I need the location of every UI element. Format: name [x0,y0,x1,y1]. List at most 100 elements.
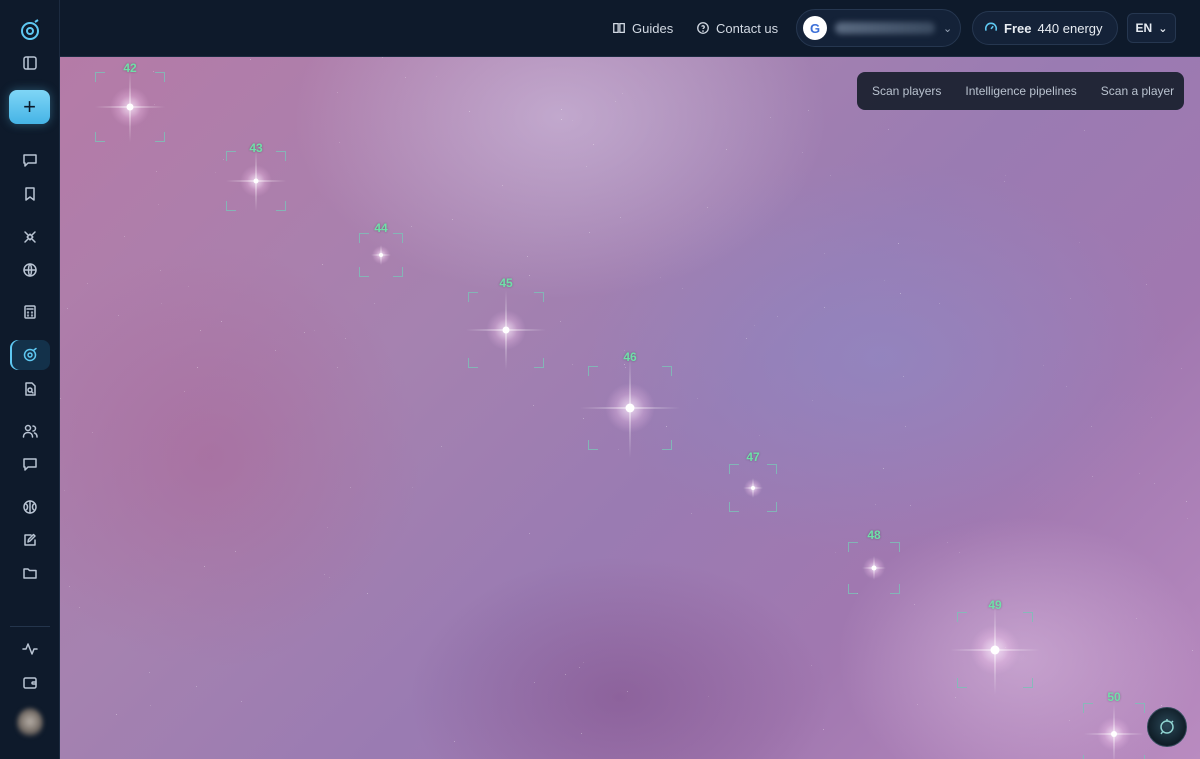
activity-icon[interactable] [10,634,50,664]
dust-particle [188,286,189,287]
dust-particle [583,418,584,419]
dust-particle [660,277,661,278]
dust-particle [759,435,760,436]
chat-icon[interactable] [10,145,50,175]
dust-particle [324,574,325,575]
dust-particle [572,120,573,121]
dust-particle [1161,705,1162,706]
chevron-down-icon: ⌄ [1158,22,1168,35]
dust-particle [754,325,755,326]
dust-particle [436,76,437,77]
dust-particle [777,316,778,317]
dust-particle [118,315,119,316]
dust-particle [618,449,619,450]
top-bar: Guides Contact us G ⌄ Free 440 energy EN… [60,0,1200,57]
globe-icon[interactable] [10,255,50,285]
dust-particle [939,303,940,304]
help-circle-icon [697,22,709,34]
dust-particle [196,686,197,687]
account-switcher[interactable]: G ⌄ [796,9,961,47]
star-label: 42 [123,61,137,75]
message-icon[interactable] [10,449,50,479]
dust-particle [1066,386,1067,387]
dust-particle [405,77,406,78]
dust-particle [579,667,580,668]
bookmark-icon[interactable] [10,179,50,209]
assistant-bubble[interactable] [1147,707,1187,747]
menu-scan-a-player[interactable]: Scan a player [1101,84,1174,98]
dust-particle [812,400,813,401]
user-avatar[interactable] [17,708,43,738]
chevron-down-icon: ⌄ [943,22,953,35]
dust-particle [1070,298,1071,299]
edit-icon[interactable] [10,525,50,555]
star-map-canvas[interactable]: 42 43 44 45 46 47 48 49 50 [60,57,1200,759]
document-search-icon[interactable] [10,374,50,404]
dust-particle [903,376,904,377]
dust-particle [910,505,911,506]
dust-particle [620,217,621,218]
dust-particle [947,542,948,543]
brain-icon[interactable] [10,492,50,522]
dust-particle [1092,476,1093,477]
menu-intelligence-pipelines[interactable]: Intelligence pipelines [965,84,1076,98]
folder-icon[interactable] [10,558,50,588]
dust-particle [1151,417,1152,418]
dust-particle [149,672,150,673]
calculator-icon[interactable] [10,297,50,327]
dust-particle [529,533,530,534]
dust-particle [624,364,625,365]
dust-particle [160,270,161,271]
sidebar-toggle-icon[interactable] [10,48,50,78]
dust-particle [197,367,198,368]
dust-particle [746,338,747,339]
menu-scan-players[interactable]: Scan players [872,84,941,98]
dust-particle [337,92,338,93]
dust-particle [835,552,836,553]
app-logo-icon[interactable] [15,15,45,45]
dust-particle [959,552,960,553]
dust-particle [708,696,709,697]
dust-particle [884,280,885,281]
dust-particle [235,551,236,552]
app-root: + Guides Contact us G ⌄ Free 440 energy … [0,0,1200,759]
dust-particle [92,432,93,433]
satellite-icon[interactable] [10,222,50,252]
dust-particle [624,350,625,351]
wallet-icon[interactable] [10,668,50,698]
dust-particle [955,697,956,698]
star-core [625,403,635,413]
dust-particle [221,321,222,322]
star-core [1111,731,1117,737]
dust-particle [666,426,667,427]
dust-particle [327,527,328,528]
dust-particle [691,513,692,514]
star-core [253,178,259,184]
dust-particle [586,166,587,167]
new-button[interactable]: + [9,90,50,124]
orbit-icon[interactable] [10,340,50,370]
dust-particle [1079,242,1080,243]
star-core [751,486,755,490]
energy-badge[interactable]: Free 440 energy [972,11,1118,45]
language-selector[interactable]: EN ⌄ [1127,13,1176,43]
star-core [990,645,1000,655]
dust-particle [561,119,562,120]
dust-particle [241,701,242,702]
dust-particle [223,159,224,160]
dust-particle [275,350,276,351]
dust-particle [527,256,528,257]
star-label: 43 [249,141,263,155]
dust-particle [560,321,561,322]
dust-particle [811,665,812,666]
star-core [502,326,510,334]
dust-particle [529,275,530,276]
dust-particle [682,288,683,289]
dust-particle [1084,130,1085,131]
guides-link[interactable]: Guides [612,19,673,37]
contact-link[interactable]: Contact us [696,19,778,37]
users-icon[interactable] [10,416,50,446]
star-core [379,253,383,257]
dust-particle [337,367,338,368]
dust-particle [67,308,68,309]
